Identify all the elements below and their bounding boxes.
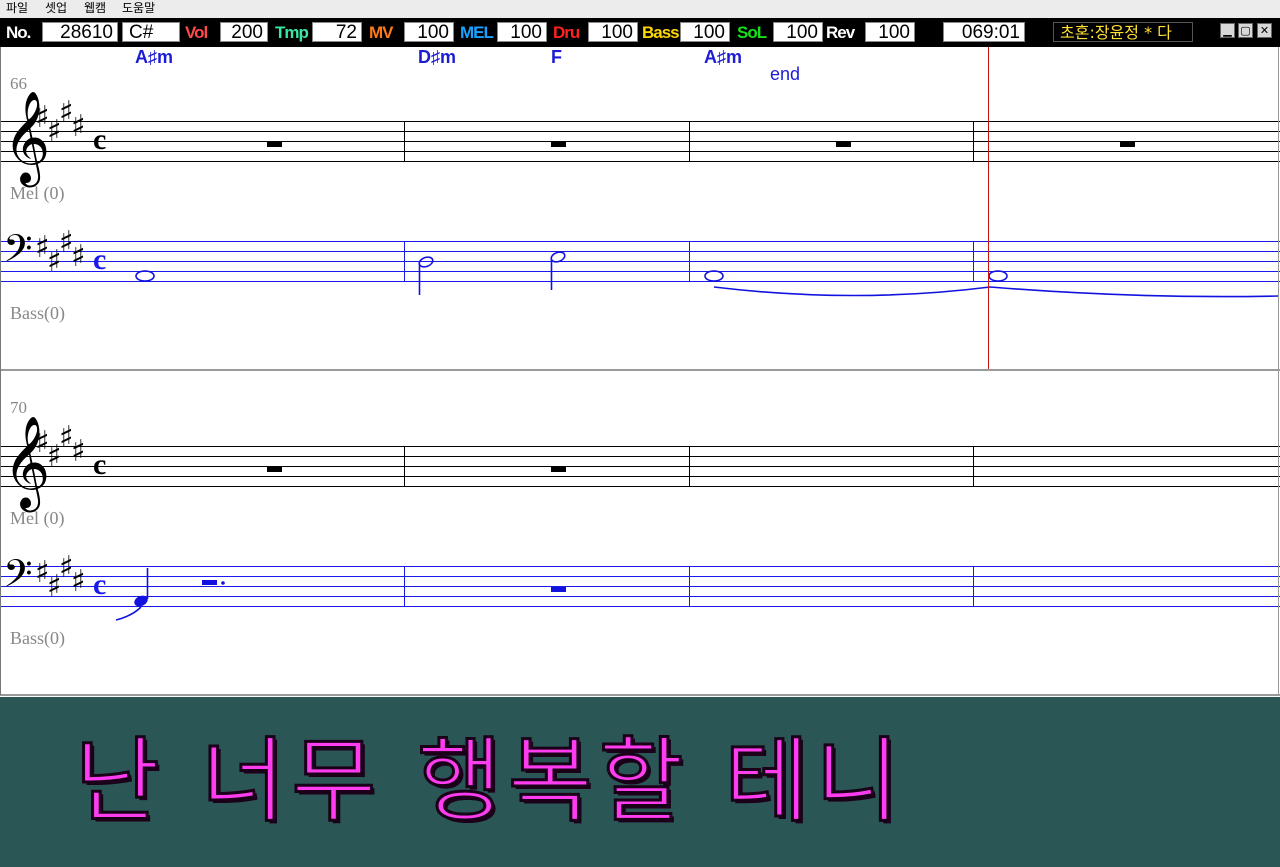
song-number-field[interactable]: 28610 — [42, 22, 118, 43]
bass-staff-1 — [0, 241, 1280, 282]
treble-rests-2 — [267, 467, 566, 472]
reverb-label: Rev — [826, 23, 855, 42]
minimize-button[interactable]: ▁ — [1220, 23, 1235, 38]
playback-time: 069:01 — [943, 22, 1025, 43]
mv-field[interactable]: 100 — [404, 22, 454, 43]
drum-field[interactable]: 100 — [588, 22, 638, 43]
bass-track-label: Bass(0) — [10, 303, 65, 323]
chord-label: F — [551, 47, 562, 67]
maximize-icon: ▢ — [1240, 24, 1251, 37]
bass-staff-2 — [0, 566, 1280, 607]
bass-field[interactable]: 100 — [680, 22, 730, 43]
control-toolbar: No. 28610 C# Vol 200 Tmp 72 MV 100 MEL 1… — [0, 18, 1280, 47]
chord-label: A♯m — [704, 47, 743, 67]
treble-staff-1 — [0, 121, 1280, 162]
key-field[interactable]: C# — [122, 22, 180, 43]
bass-notes-2 — [115, 568, 566, 621]
bass-label: Bass — [642, 23, 680, 42]
volume-label: Vol — [185, 23, 208, 42]
song-number-label: No. — [6, 23, 31, 42]
tempo-label: Tmp — [275, 23, 309, 42]
melody-track-label: Mel (0) — [10, 183, 65, 203]
chord-label: A♯m — [135, 47, 174, 67]
reverb-field[interactable]: 100 — [865, 22, 915, 43]
treble-staff-2 — [0, 446, 1280, 487]
solo-label: SoL — [737, 23, 767, 42]
melody-field[interactable]: 100 — [497, 22, 547, 43]
staff-drawing — [0, 47, 1280, 621]
drum-label: Dru — [553, 23, 580, 42]
sharp-icon: ♯ — [71, 434, 86, 469]
menu-webcam[interactable]: 웹캠 — [84, 1, 106, 16]
time-signature: c — [93, 243, 107, 276]
menu-setup[interactable]: 셋업 — [45, 1, 67, 16]
sharp-icon: ♯ — [71, 109, 86, 144]
score-bottom-border — [0, 694, 1280, 696]
solo-field[interactable]: 100 — [773, 22, 823, 43]
treble-rests-1 — [267, 142, 1135, 147]
menu-bar: 파일 셋업 웹캠 도움말 — [0, 0, 1280, 18]
chord-label: D♯m — [418, 47, 457, 67]
song-title: 초혼:장윤정 * 다 — [1053, 22, 1193, 42]
melody-track-label: Mel (0) — [10, 508, 65, 528]
end-marker: end — [770, 64, 801, 84]
tempo-field[interactable]: 72 — [312, 22, 362, 43]
bass-track-label: Bass(0) — [10, 628, 65, 648]
bass-clef-icon: 𝄢 — [3, 226, 33, 280]
close-button[interactable]: ✕ — [1257, 23, 1272, 38]
close-icon: ✕ — [1259, 24, 1270, 37]
sharp-icon: ♯ — [71, 564, 86, 599]
menu-file[interactable]: 파일 — [6, 1, 28, 16]
melody-label: MEL — [460, 23, 494, 42]
time-signature: c — [93, 448, 107, 481]
lyric-line: 난 너무 행복할 테니 — [74, 727, 906, 837]
mv-label: MV — [369, 23, 393, 42]
bass-clef-icon: 𝄢 — [3, 551, 33, 605]
score-view: A♯m D♯m F A♯m end 66 𝄞 ♯ ♯ ♯ ♯ c Mel (0)… — [0, 47, 1280, 695]
time-signature: c — [93, 568, 107, 601]
menu-help[interactable]: 도움말 — [122, 1, 155, 16]
maximize-button[interactable]: ▢ — [1238, 23, 1253, 38]
sharp-icon: ♯ — [71, 239, 86, 274]
bass-notes-1 — [135, 251, 1279, 298]
time-signature: c — [93, 123, 107, 156]
system-separator — [0, 369, 1280, 371]
minimize-icon: ▁ — [1223, 24, 1232, 37]
lyrics-panel: 난 너무 행복할 테니 — [0, 697, 1280, 867]
volume-field[interactable]: 200 — [220, 22, 268, 43]
